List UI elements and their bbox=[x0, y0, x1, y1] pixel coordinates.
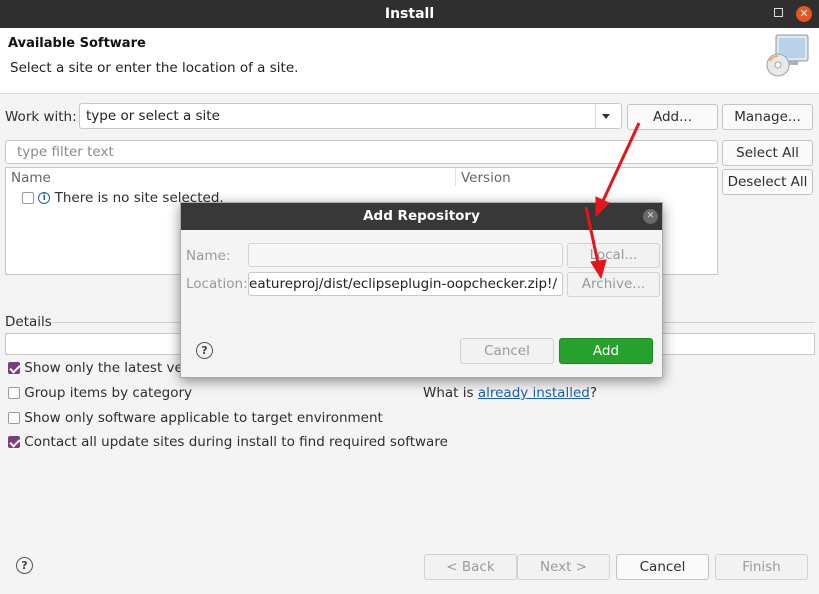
annotation-arrows bbox=[584, 122, 641, 280]
annotation-arrow-1 bbox=[595, 122, 641, 218]
annotation-arrow-2 bbox=[584, 206, 607, 280]
